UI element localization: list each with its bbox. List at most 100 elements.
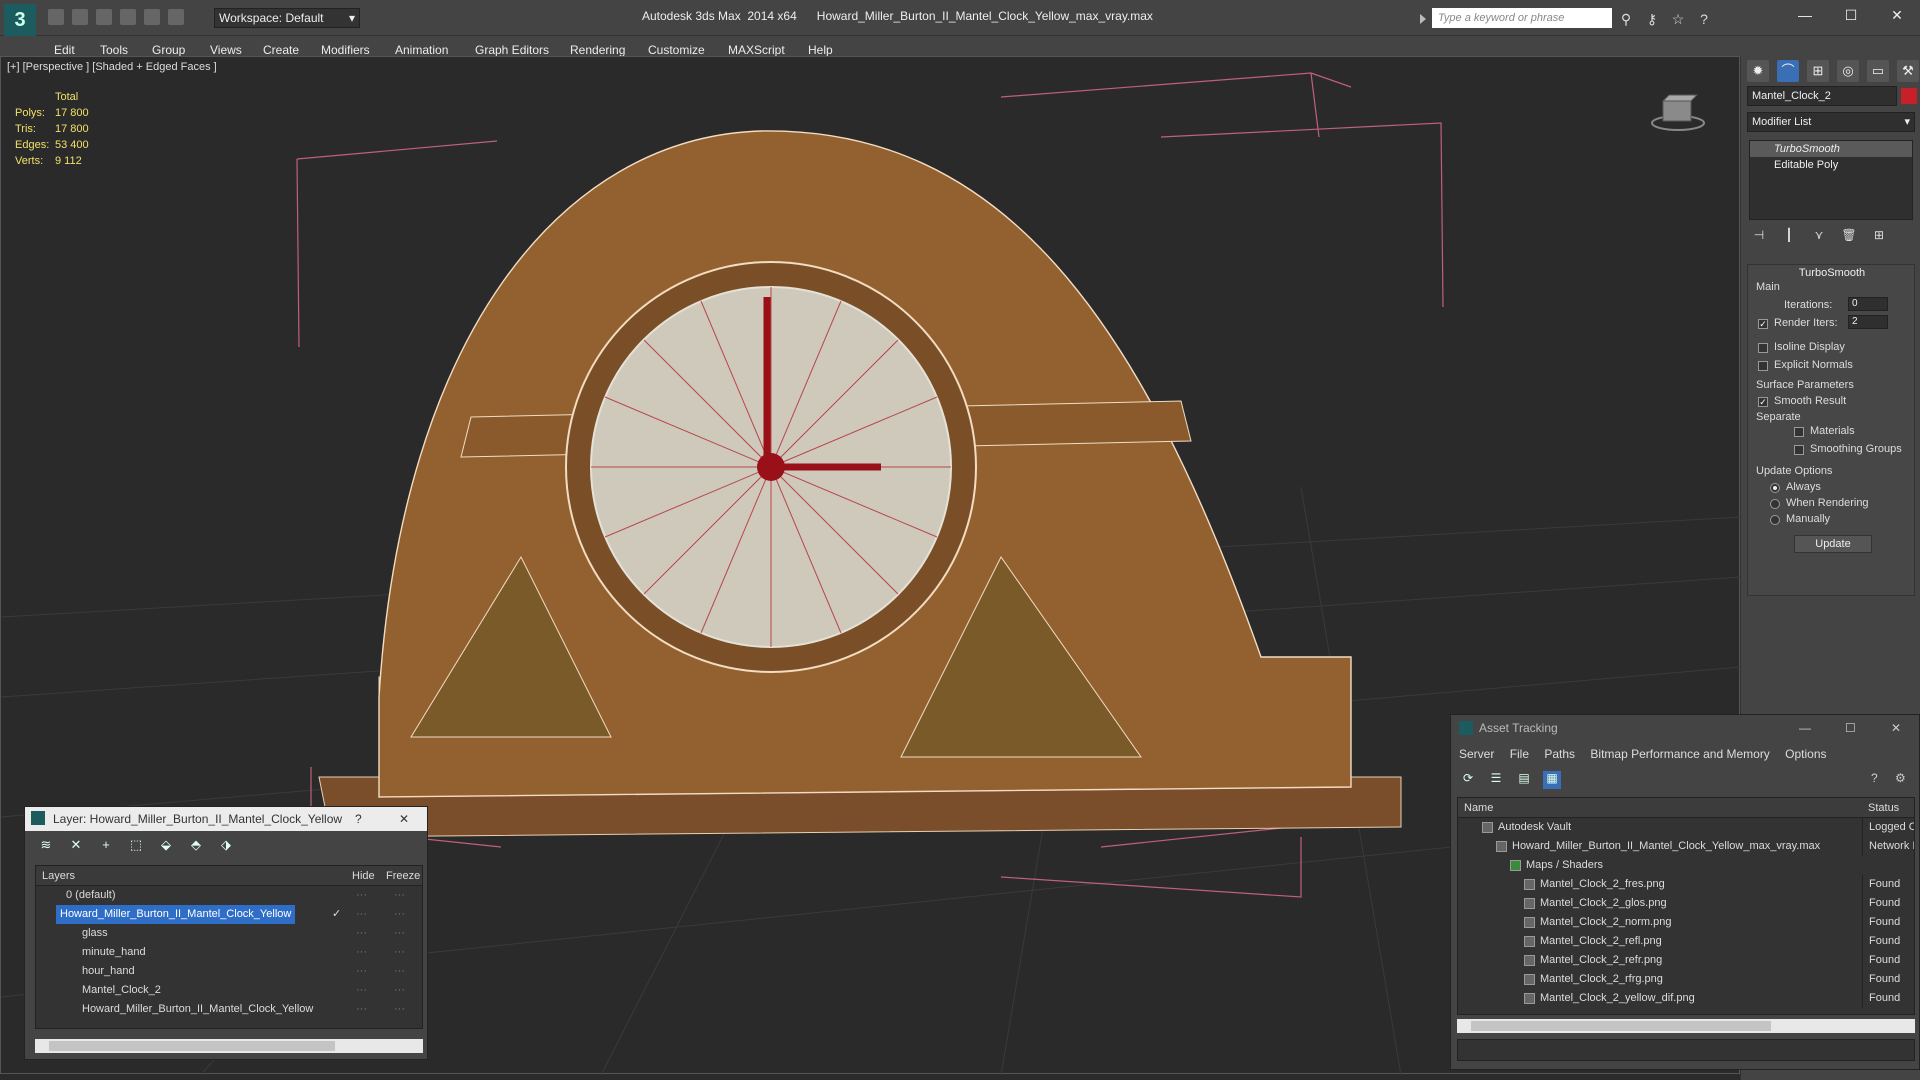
favorites-star-icon[interactable]: ☆ [1670, 11, 1686, 27]
viewcube-icon[interactable] [1651, 93, 1705, 133]
render-iters-checkbox[interactable]: ✓ [1758, 319, 1768, 329]
create-layer-icon[interactable]: ≋ [37, 837, 55, 855]
render-iters-spinner[interactable]: 2 [1848, 315, 1888, 329]
maximize-button[interactable]: ☐ [1828, 0, 1874, 30]
close-button[interactable]: ✕ [399, 807, 409, 831]
asset-row[interactable]: Howard_Miller_Burton_II_Mantel_Clock_Yel… [1458, 837, 1914, 856]
workspace-dropdown[interactable]: Workspace: Default ▾ [214, 8, 360, 28]
list-view-icon[interactable]: ☰ [1487, 771, 1505, 789]
close-button[interactable]: ✕ [1874, 0, 1920, 30]
help-icon[interactable]: ? [1696, 11, 1712, 27]
project-folder-icon[interactable] [168, 9, 184, 25]
layer-object-row[interactable]: Mantel_Clock_2 ··· ··· [36, 981, 422, 1000]
freeze-all-icon[interactable]: ⬗ [217, 837, 235, 855]
col-name[interactable]: Name [1464, 798, 1493, 818]
search-expand-icon[interactable] [1420, 14, 1426, 24]
utilities-tab-icon[interactable]: ⚒ [1897, 60, 1919, 82]
key-icon[interactable]: ⚷ [1644, 11, 1660, 27]
mantel-clock-model[interactable] [318, 130, 1402, 838]
rollout-title[interactable]: TurboSmooth [1748, 267, 1916, 279]
thumbnail-view-icon[interactable]: ▤ [1515, 771, 1533, 789]
scrollbar-thumb[interactable] [1471, 1021, 1771, 1031]
asset-row[interactable]: Mantel_Clock_2_norm.png Found [1458, 913, 1914, 932]
modifier-list-dropdown[interactable]: Modifier List ▾ [1747, 112, 1915, 132]
layer-object-row[interactable]: Howard_Miller_Burton_II_Mantel_Clock_Yel… [36, 1000, 422, 1019]
modify-tab-icon[interactable]: ⌒ [1777, 60, 1799, 82]
close-button[interactable]: ✕ [1891, 715, 1901, 741]
remove-modifier-icon[interactable]: 🗑 [1841, 228, 1857, 244]
menu-animation[interactable]: Animation [395, 43, 448, 57]
asset-row[interactable]: Autodesk Vault Logged O [1458, 818, 1914, 837]
freeze-toggle[interactable]: ··· [394, 886, 405, 905]
layer-window-titlebar[interactable]: Layer: Howard_Miller_Burton_II_Mantel_Cl… [25, 807, 427, 831]
delete-layer-icon[interactable]: ✕ [67, 837, 85, 855]
hide-toggle[interactable]: ··· [356, 924, 367, 943]
col-layers[interactable]: Layers [42, 866, 75, 886]
object-name-field[interactable]: Mantel_Clock_2 [1747, 86, 1897, 106]
isoline-checkbox[interactable] [1758, 343, 1768, 353]
when-rendering-radio[interactable] [1770, 499, 1780, 509]
hide-toggle[interactable]: ··· [356, 886, 367, 905]
asset-window-titlebar[interactable]: Asset Tracking — ☐ ✕ [1451, 715, 1919, 741]
app-logo-icon[interactable]: 3 [4, 4, 36, 36]
freeze-toggle[interactable]: ··· [394, 924, 405, 943]
menu-bitmap-performance[interactable]: Bitmap Performance and Memory [1590, 747, 1769, 761]
asset-row[interactable]: Mantel_Clock_2_fres.png Found [1458, 875, 1914, 894]
horizontal-scrollbar[interactable] [1457, 1019, 1915, 1033]
refresh-icon[interactable]: ⟳ [1459, 771, 1477, 789]
help-button[interactable]: ? [355, 807, 362, 831]
freeze-toggle[interactable]: ··· [394, 905, 405, 924]
undo-icon[interactable] [120, 9, 136, 25]
table-view-icon[interactable]: ▦ [1543, 771, 1561, 789]
col-status[interactable]: Status [1868, 798, 1899, 818]
menu-help[interactable]: Help [808, 43, 833, 57]
menu-maxscript[interactable]: MAXScript [728, 43, 785, 57]
update-button[interactable]: Update [1794, 535, 1872, 553]
configure-modifier-sets-icon[interactable]: ⊞ [1871, 228, 1887, 244]
layer-object-row[interactable]: hour_hand ··· ··· [36, 962, 422, 981]
hide-toggle[interactable]: ··· [356, 962, 367, 981]
binoculars-icon[interactable]: ⚲ [1618, 11, 1634, 27]
save-icon[interactable] [96, 9, 112, 25]
stack-item-editable-poly[interactable]: Editable Poly [1750, 157, 1912, 173]
hide-toggle[interactable]: ··· [356, 1000, 367, 1019]
select-highlighted-icon[interactable]: ⬚ [127, 837, 145, 855]
menu-tools[interactable]: Tools [100, 43, 128, 57]
open-file-icon[interactable] [72, 9, 88, 25]
maximize-button[interactable]: ☐ [1845, 715, 1856, 741]
hide-toggle[interactable]: ··· [356, 943, 367, 962]
minimize-button[interactable]: — [1799, 715, 1811, 741]
search-input[interactable]: Type a keyword or phrase [1432, 8, 1612, 28]
freeze-toggle[interactable]: ··· [394, 962, 405, 981]
col-hide[interactable]: Hide [352, 866, 375, 886]
menu-options[interactable]: Options [1785, 747, 1826, 761]
scrollbar-thumb[interactable] [49, 1041, 335, 1051]
manually-radio[interactable] [1770, 515, 1780, 525]
show-end-result-icon[interactable]: ┃ [1781, 228, 1797, 244]
menu-server[interactable]: Server [1459, 747, 1494, 761]
layer-row[interactable]: 0 (default) ··· ··· [36, 886, 422, 905]
iterations-spinner[interactable]: 0 [1848, 297, 1888, 311]
col-freeze[interactable]: Freeze [386, 866, 420, 886]
hide-toggle[interactable]: ··· [356, 981, 367, 1000]
freeze-toggle[interactable]: ··· [394, 981, 405, 1000]
stack-item-turbosmooth[interactable]: TurboSmooth [1750, 141, 1912, 157]
display-tab-icon[interactable]: ▭ [1867, 60, 1889, 82]
freeze-toggle[interactable]: ··· [394, 1000, 405, 1019]
menu-group[interactable]: Group [152, 43, 185, 57]
hide-toggle[interactable]: ··· [356, 905, 367, 924]
horizontal-scrollbar[interactable] [35, 1039, 423, 1053]
highlight-selected-icon[interactable]: ⬙ [157, 837, 175, 855]
asset-row[interactable]: Mantel_Clock_2_rfrg.png Found [1458, 970, 1914, 989]
menu-paths[interactable]: Paths [1544, 747, 1575, 761]
asset-row[interactable]: Mantel_Clock_2_refr.png Found [1458, 951, 1914, 970]
freeze-toggle[interactable]: ··· [394, 943, 405, 962]
menu-edit[interactable]: Edit [54, 43, 75, 57]
explicit-normals-checkbox[interactable] [1758, 361, 1768, 371]
viewport-label[interactable]: [+] [Perspective ] [Shaded + Edged Faces… [7, 61, 217, 73]
menu-views[interactable]: Views [210, 43, 242, 57]
pin-stack-icon[interactable]: ⊣ [1751, 228, 1767, 244]
asset-row[interactable]: Maps / Shaders [1458, 856, 1914, 875]
settings-icon[interactable]: ⚙ [1895, 771, 1911, 787]
smooth-result-checkbox[interactable]: ✓ [1758, 397, 1768, 407]
